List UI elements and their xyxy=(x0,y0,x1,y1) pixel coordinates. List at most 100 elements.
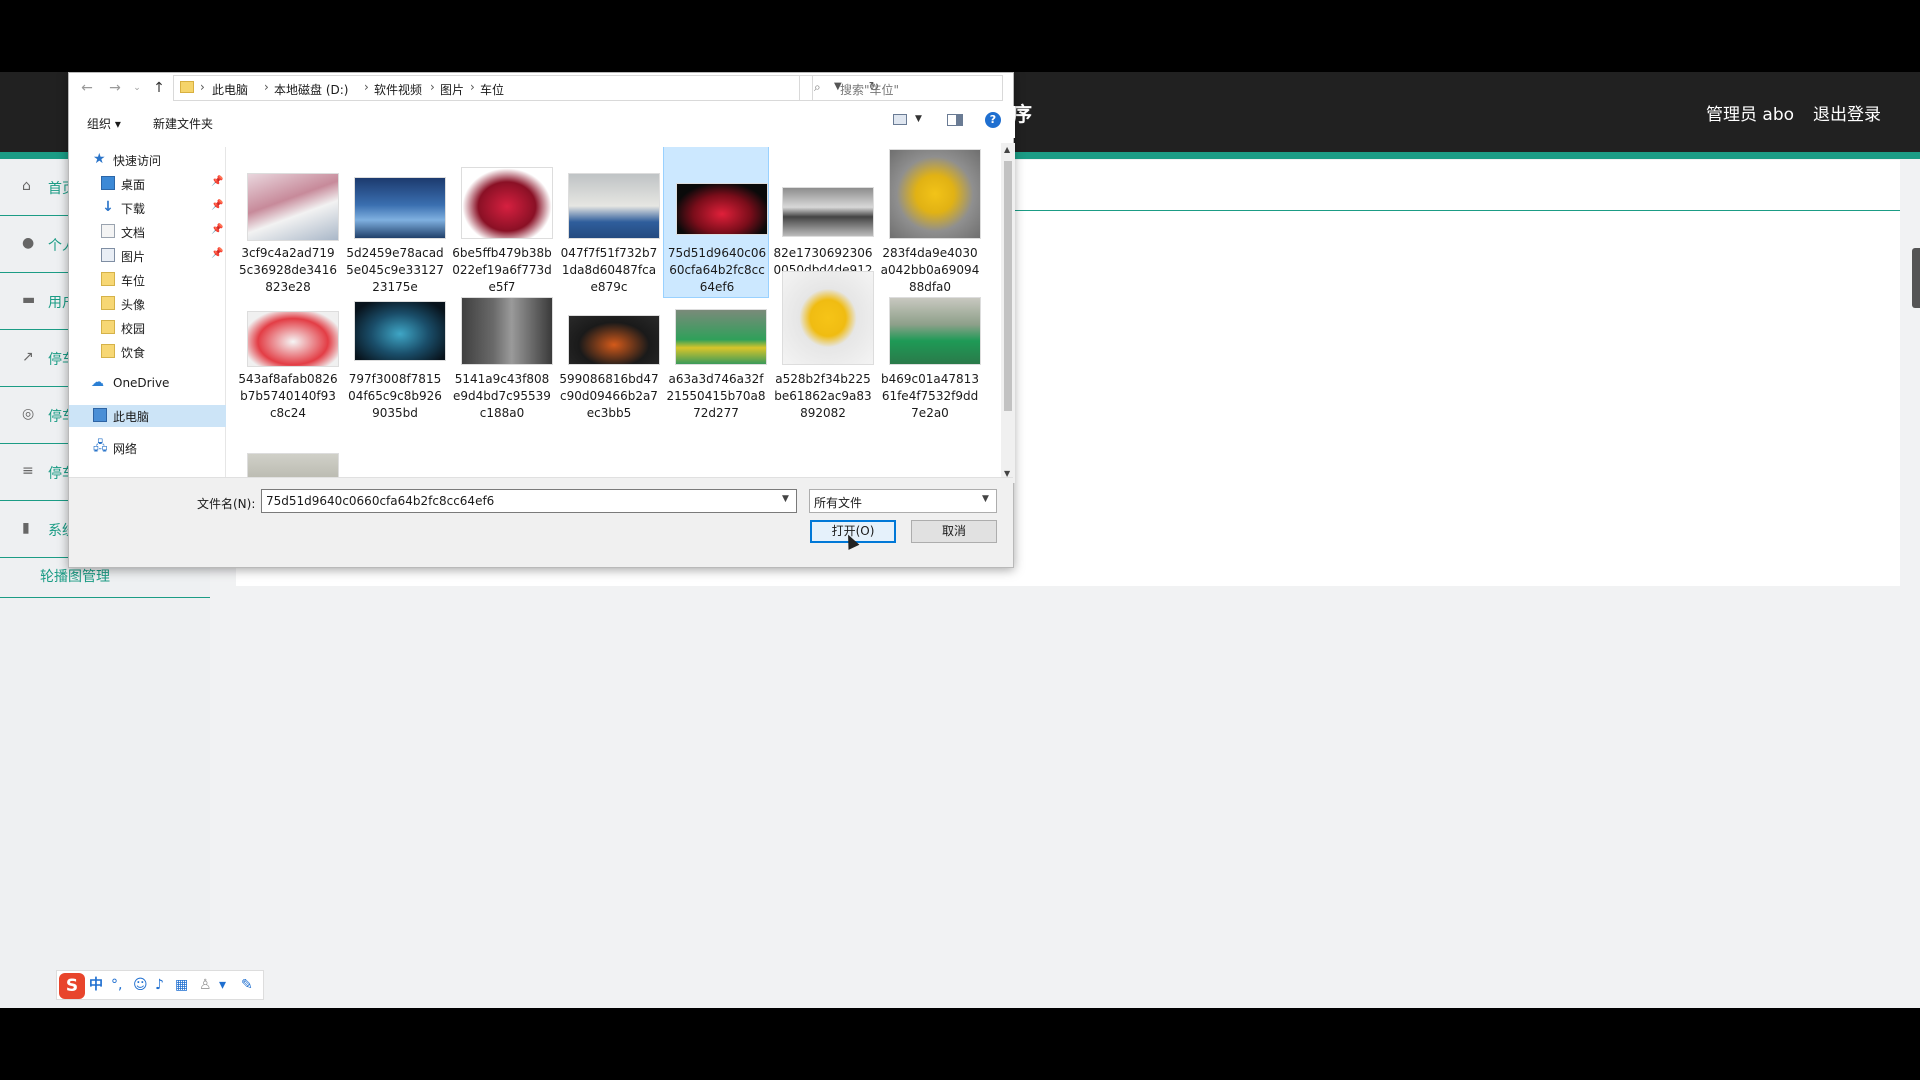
logout-link[interactable]: 退出登录 xyxy=(1813,100,1881,125)
view-mode-icon[interactable] xyxy=(893,114,907,125)
user-label: 管理员 abo xyxy=(1706,105,1795,125)
sidebar-item-label: 轮播图管理 xyxy=(40,569,110,585)
image-thumbnail xyxy=(461,167,553,239)
nav-folder-food[interactable]: 饮食 xyxy=(69,341,226,363)
image-thumbnail xyxy=(676,183,768,235)
file-name: a63a3d746a32f21550415b70a872d277 xyxy=(666,372,766,420)
breadcrumb-item[interactable]: 车位 xyxy=(480,81,504,98)
ime-mode[interactable]: 中 xyxy=(89,976,103,994)
search-icon: ⌕ xyxy=(814,80,821,94)
nav-downloads[interactable]: ↓ 下载 📌 xyxy=(69,197,226,219)
file-item[interactable]: a528b2f34b225be61862ac9a83892082 xyxy=(770,271,876,453)
nav-label: 快速访问 xyxy=(113,154,162,168)
help-icon[interactable]: ? xyxy=(985,112,1001,128)
address-bar[interactable]: › 此电脑 › 本地磁盘 (D:) › 软件视频 › 图片 › 车位 ▼ ↻ xyxy=(173,75,879,101)
file-item[interactable]: 3cf9c4a2ad7195c36928de3416823e28 xyxy=(235,147,341,299)
chevron-down-icon[interactable]: ▼ xyxy=(982,494,989,504)
navigation-pane: ★ 快速访问 桌面 📌 ↓ 下载 📌 文档 📌 图片 📌 车位 头像 校园 饮食 ☁ OneD… xyxy=(69,147,226,477)
folder-icon xyxy=(180,81,194,93)
user-icon: ● xyxy=(22,235,35,251)
user-icon[interactable]: ♙ xyxy=(199,976,212,994)
nav-network[interactable]: 🖧 网络 xyxy=(69,437,226,459)
sogou-logo-icon[interactable]: S xyxy=(59,973,85,999)
nav-folder-avatar[interactable]: 头像 xyxy=(69,293,226,315)
file-item[interactable]: 5141a9c43f808e9d4bd7c95539c188a0 xyxy=(449,297,555,453)
breadcrumb-item[interactable]: 软件视频 xyxy=(374,81,422,98)
breadcrumb-item[interactable]: 图片 xyxy=(440,81,464,98)
file-name: 047f7f51f732b71da8d60487fcae879c xyxy=(560,246,658,294)
letterbox-bottom xyxy=(0,1008,1920,1080)
punctuation-icon[interactable]: °, xyxy=(111,976,122,994)
recent-chevron-icon[interactable]: ⌄ xyxy=(129,79,145,97)
filetype-value: 所有文件 xyxy=(814,496,863,510)
image-thumbnail xyxy=(782,271,874,365)
nav-this-pc[interactable]: 此电脑 xyxy=(69,405,226,427)
file-item[interactable]: 283f4da9e4030a042bb0a6909488dfa0 xyxy=(877,147,983,299)
view-dropdown-icon[interactable]: ▼ xyxy=(915,114,922,124)
image-thumbnail xyxy=(568,173,660,239)
cancel-button[interactable]: 取消 xyxy=(911,520,997,543)
folder-icon xyxy=(101,320,115,334)
file-item-partial[interactable] xyxy=(235,453,341,477)
nav-label: OneDrive xyxy=(113,376,170,390)
nav-desktop[interactable]: 桌面 📌 xyxy=(69,173,226,195)
file-list-scrollbar[interactable]: ▲ ▼ xyxy=(1001,143,1015,483)
organize-button[interactable]: 组织 ▾ xyxy=(87,115,121,132)
filename-input[interactable]: 75d51d9640c0660cfa64b2fc8cc64ef6 ▼ xyxy=(261,489,797,513)
chevron-down-icon[interactable]: ▼ xyxy=(782,494,789,504)
breadcrumb-item[interactable]: 本地磁盘 (D:) xyxy=(274,81,348,98)
file-name: 5141a9c43f808e9d4bd7c95539c188a0 xyxy=(453,372,551,420)
preview-pane-icon[interactable] xyxy=(947,114,963,126)
scroll-up-icon[interactable]: ▲ xyxy=(1004,145,1010,154)
file-name: 283f4da9e4030a042bb0a6909488dfa0 xyxy=(880,246,980,294)
keyboard-icon[interactable]: ▦ xyxy=(175,976,188,994)
file-name: 6be5ffb479b38b022ef19a6f773de5f7 xyxy=(452,246,552,294)
pin-icon: 📌 xyxy=(211,224,224,235)
nav-label: 图片 xyxy=(121,250,146,264)
file-item[interactable]: 599086816bd47c90d09466b2a7ec3bb5 xyxy=(556,301,662,453)
file-item[interactable]: 797f3008f781504f65c9c8b9269035bd xyxy=(342,301,448,453)
emoji-icon[interactable]: ☺ xyxy=(133,976,148,994)
image-thumbnail xyxy=(354,177,446,239)
new-folder-button[interactable]: 新建文件夹 xyxy=(153,115,213,132)
settings-wrench-icon[interactable]: ✎ xyxy=(241,976,253,994)
nav-label: 头像 xyxy=(121,298,146,312)
app-title-fragment: 序 xyxy=(1012,102,1032,126)
file-item[interactable]: b469c01a4781361fe4f7532f9dd7e2a0 xyxy=(877,297,983,453)
scrollbar-thumb[interactable] xyxy=(1004,161,1012,411)
filetype-select[interactable]: 所有文件 ▼ xyxy=(809,489,997,513)
file-item-selected[interactable]: 75d51d9640c0660cfa64b2fc8cc64ef6 xyxy=(663,147,769,298)
nav-label: 饮食 xyxy=(121,346,146,360)
nav-label: 文档 xyxy=(121,226,146,240)
cloud-icon: ☁ xyxy=(91,375,104,390)
nav-folder-campus[interactable]: 校园 xyxy=(69,317,226,339)
nav-folder-parking[interactable]: 车位 xyxy=(69,269,226,291)
chart-line-icon: ↗ xyxy=(22,349,34,365)
file-grid: 3cf9c4a2ad7195c36928de3416823e28 5d2459e… xyxy=(235,147,1001,477)
file-item[interactable]: 6be5ffb479b38b022ef19a6f773de5f7 xyxy=(449,147,555,299)
nav-onedrive[interactable]: ☁ OneDrive xyxy=(69,373,226,395)
picture-icon xyxy=(101,248,115,262)
filename-value: 75d51d9640c0660cfa64b2fc8cc64ef6 xyxy=(266,494,495,508)
file-item[interactable]: 047f7f51f732b71da8d60487fcae879c xyxy=(556,147,662,299)
folder-icon xyxy=(101,272,115,286)
up-arrow-icon[interactable]: ↑ xyxy=(151,79,167,97)
car-icon: ▬ xyxy=(22,292,36,308)
star-icon: ★ xyxy=(93,151,106,167)
page-scroll-handle[interactable] xyxy=(1912,248,1920,308)
file-name: a528b2f34b225be61862ac9a83892082 xyxy=(774,372,872,420)
pin-icon: 📌 xyxy=(211,248,224,259)
breadcrumb-item[interactable]: 此电脑 xyxy=(212,81,248,98)
file-item[interactable]: a63a3d746a32f21550415b70a872d277 xyxy=(663,301,769,453)
nav-documents[interactable]: 文档 📌 xyxy=(69,221,226,243)
image-thumbnail xyxy=(568,315,660,365)
skin-icon[interactable]: ▾ xyxy=(219,976,226,994)
back-arrow-icon[interactable]: ← xyxy=(79,79,95,97)
nav-quick-access[interactable]: ★ 快速访问 xyxy=(69,149,226,171)
nav-pictures[interactable]: 图片 📌 xyxy=(69,245,226,267)
file-item[interactable]: 543af8afab0826b7b5740140f93c8c24 xyxy=(235,301,341,453)
microphone-icon[interactable]: ♪ xyxy=(155,976,164,994)
forward-arrow-icon[interactable]: → xyxy=(107,79,123,97)
search-input[interactable]: ⌕ 搜索"车位" xyxy=(799,75,1003,101)
file-item[interactable]: 5d2459e78acad5e045c9e3312723175e xyxy=(342,147,448,299)
